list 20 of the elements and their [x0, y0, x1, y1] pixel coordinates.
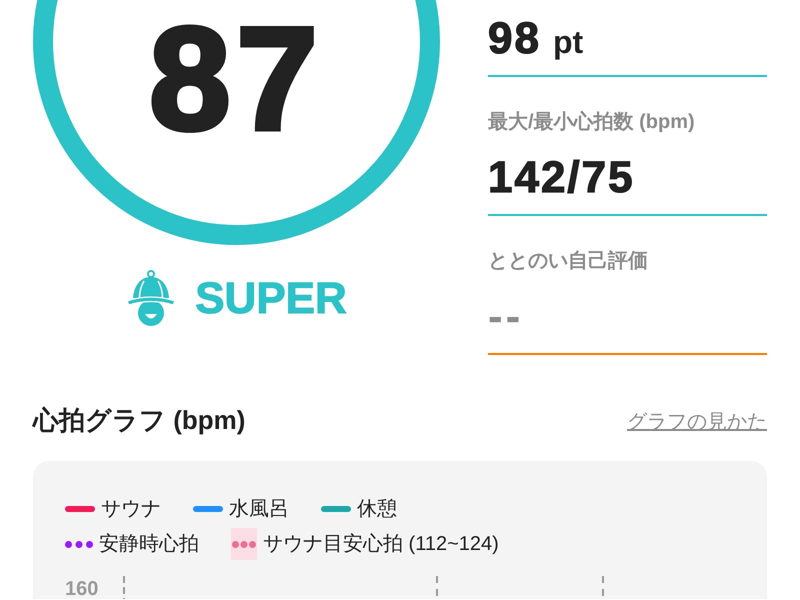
legend-label: 休憩 [357, 497, 397, 522]
stat-value: -- [488, 295, 524, 339]
legend-label: 水風呂 [229, 497, 289, 522]
grid-line [436, 576, 438, 599]
section-title: 心拍グラフ (bpm) [33, 405, 246, 435]
score-value: 87 [149, 6, 324, 152]
stat-value: 98 [488, 17, 541, 61]
stat-label: ととのい自己評価 [488, 251, 649, 271]
stat-value: 142/75 [488, 156, 635, 200]
legend-label: サウナ目安心拍 (112~124) [263, 532, 499, 557]
y-axis-line [123, 576, 125, 599]
stat-label: 最大/最小心拍数 (bpm) [488, 112, 696, 132]
grid-line [602, 576, 604, 599]
stat-unit: pt [552, 26, 584, 58]
graph-guide-link[interactable]: グラフの見かた [627, 409, 767, 435]
y-axis-tick-label: 160 [65, 580, 100, 598]
legend-label: サウナ [101, 497, 161, 522]
hat-character-icon [126, 270, 176, 327]
rank-label: SUPER [195, 276, 347, 320]
legend-label: 安静時心拍 [99, 532, 199, 557]
